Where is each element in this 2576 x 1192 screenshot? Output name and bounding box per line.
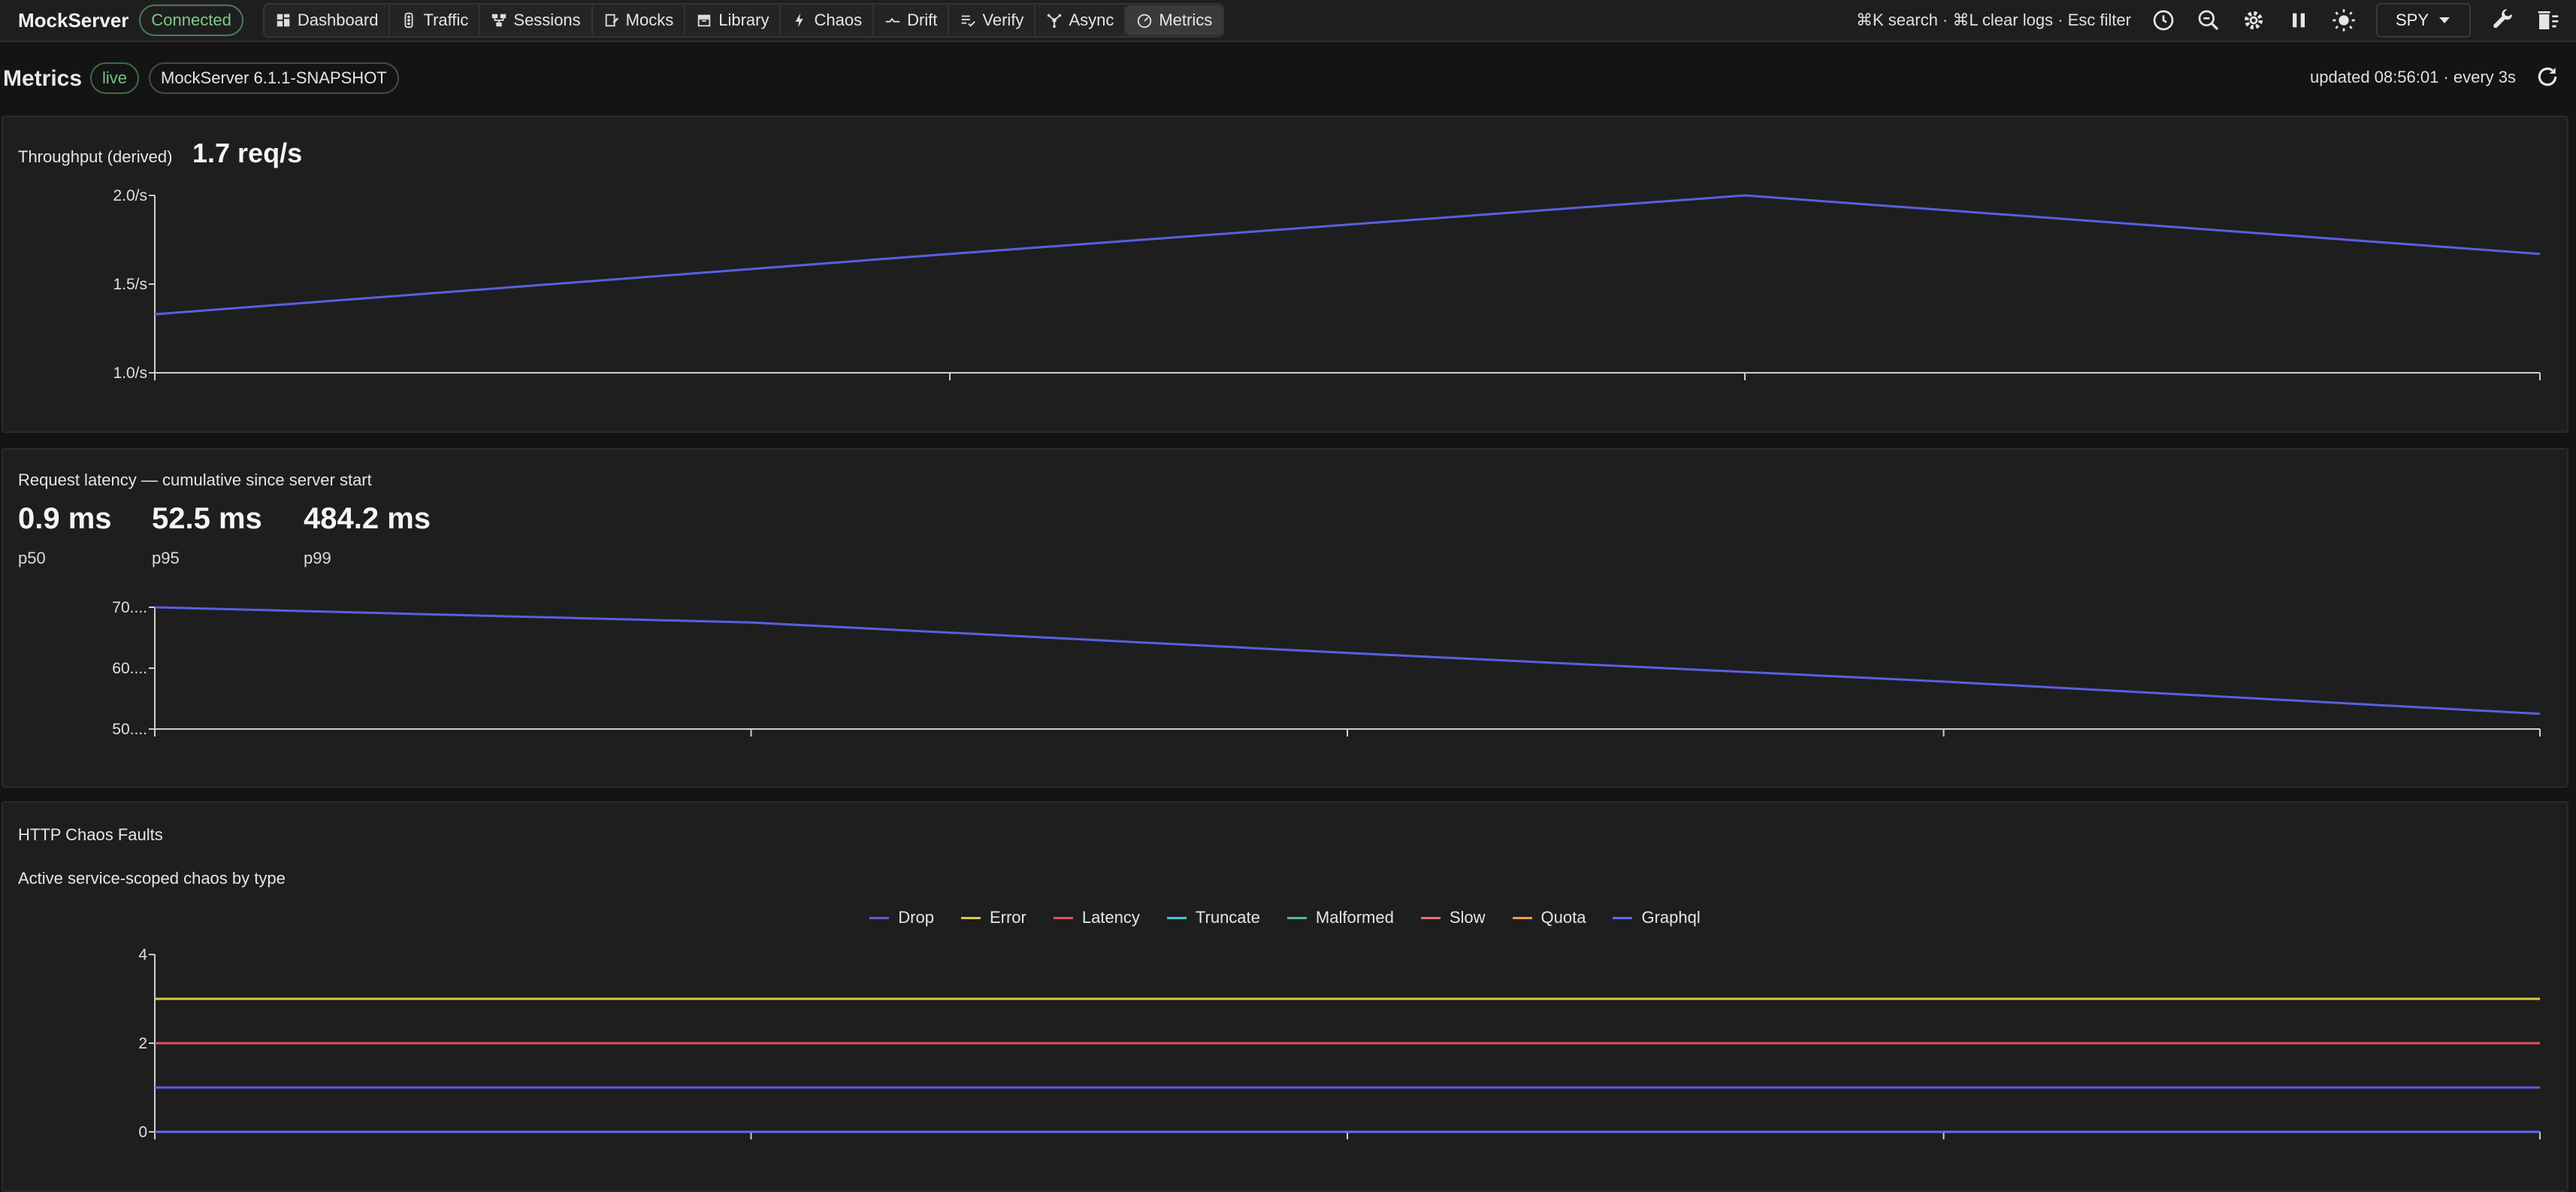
main-nav: Dashboard Traffic Sessions Mocks Library… xyxy=(262,3,1225,38)
throughput-panel: Throughput (derived) 1.7 req/s 1.0/s 1.5/… xyxy=(2,116,2568,433)
verify-icon xyxy=(962,15,976,27)
nav-async-label: Async xyxy=(1069,11,1114,29)
series-line xyxy=(154,194,2541,316)
nav-chaos-label: Chaos xyxy=(814,11,863,29)
drift-icon xyxy=(885,17,900,23)
updated-timestamp: updated 08:56:01 · every 3s xyxy=(2310,68,2516,86)
throughput-chart: 1.0/s 1.5/s 2.0/s xyxy=(113,187,2541,382)
version-badge: MockServer 6.1.1-SNAPSHOT xyxy=(149,62,399,94)
tools-button[interactable] xyxy=(2490,8,2516,33)
nav-verify-label: Verify xyxy=(982,11,1024,29)
sun-icon xyxy=(2333,9,2355,32)
nav-chaos[interactable]: Chaos xyxy=(781,5,875,35)
dashboard-icon xyxy=(277,14,290,27)
nav-drift[interactable]: Drift xyxy=(874,5,950,35)
caret-down-icon xyxy=(2439,17,2450,23)
nav-metrics[interactable]: Metrics xyxy=(1126,5,1223,35)
clear-list-icon xyxy=(2538,11,2559,29)
latency-chart: 50.... 60.... 70.... xyxy=(112,599,2541,738)
y-tick-label: 0 xyxy=(138,1124,147,1141)
y-tick-label: 60.... xyxy=(112,660,147,677)
mocks-icon xyxy=(605,14,618,27)
nav-library-label: Library xyxy=(718,11,769,29)
y-tick-label: 50.... xyxy=(112,721,147,738)
page-title: Metrics xyxy=(3,66,83,91)
history-button[interactable] xyxy=(2151,8,2176,33)
refresh-icon[interactable] xyxy=(2535,65,2559,89)
wrench-icon xyxy=(2493,9,2513,29)
nav-async[interactable]: Async xyxy=(1036,5,1126,35)
live-badge: live xyxy=(90,62,140,94)
top-bar: MockServer Connected Dashboard Traffic S… xyxy=(0,0,2576,42)
keyboard-shortcuts-hint: ⌘K search · ⌘L clear logs · Esc filter xyxy=(1856,11,2131,29)
y-tick-label: 70.... xyxy=(112,599,147,616)
library-icon xyxy=(697,14,711,27)
nav-verify[interactable]: Verify xyxy=(949,5,1036,35)
mode-select-value: SPY xyxy=(2395,11,2429,29)
gauge-icon xyxy=(1138,14,1152,29)
latency-panel: Request latency — cumulative since serve… xyxy=(2,448,2568,788)
chaos-panel: HTTP Chaos Faults Active service-scoped … xyxy=(2,801,2568,1192)
y-tick-label: 2 xyxy=(138,1035,147,1052)
nav-dashboard[interactable]: Dashboard xyxy=(265,5,391,35)
zoom-search-icon xyxy=(2198,10,2219,31)
nav-sessions[interactable]: Sessions xyxy=(480,5,593,35)
nav-dashboard-label: Dashboard xyxy=(297,11,379,29)
chaos-chart: 0 2 4 xyxy=(138,946,2541,1141)
nav-sessions-label: Sessions xyxy=(513,11,581,29)
async-icon xyxy=(1048,14,1062,29)
nav-library[interactable]: Library xyxy=(685,5,782,35)
bolt-icon xyxy=(795,13,804,28)
y-tick-label: 1.0/s xyxy=(113,365,147,382)
nav-metrics-label: Metrics xyxy=(1159,11,1213,29)
nav-traffic-label: Traffic xyxy=(423,11,469,29)
y-tick-label: 1.5/s xyxy=(113,276,147,293)
y-tick-label: 2.0/s xyxy=(113,187,147,204)
theme-toggle-button[interactable] xyxy=(2331,8,2357,33)
nav-mocks-label: Mocks xyxy=(625,11,674,29)
nav-mocks[interactable]: Mocks xyxy=(593,5,686,35)
traffic-icon xyxy=(404,12,413,29)
sessions-icon xyxy=(492,14,506,27)
series-line xyxy=(154,606,2541,716)
connection-status-badge: Connected xyxy=(139,5,243,36)
nav-traffic[interactable]: Traffic xyxy=(390,5,481,35)
clear-button[interactable] xyxy=(2535,8,2561,33)
gear-icon xyxy=(2244,11,2263,29)
settings-button[interactable] xyxy=(2241,8,2266,33)
page-header: Metrics live MockServer 6.1.1-SNAPSHOT u… xyxy=(0,41,2576,116)
app-brand: MockServer xyxy=(18,8,129,32)
pause-icon xyxy=(2292,13,2305,28)
mode-select[interactable]: SPY xyxy=(2375,3,2471,38)
pause-button[interactable] xyxy=(2286,8,2311,33)
y-tick-label: 4 xyxy=(138,946,147,964)
nav-drift-label: Drift xyxy=(907,11,938,29)
toolbar-right: ⌘K search · ⌘L clear logs · Esc filter S… xyxy=(1856,0,2561,41)
clock-icon xyxy=(2153,10,2174,31)
inspect-button[interactable] xyxy=(2196,8,2221,33)
